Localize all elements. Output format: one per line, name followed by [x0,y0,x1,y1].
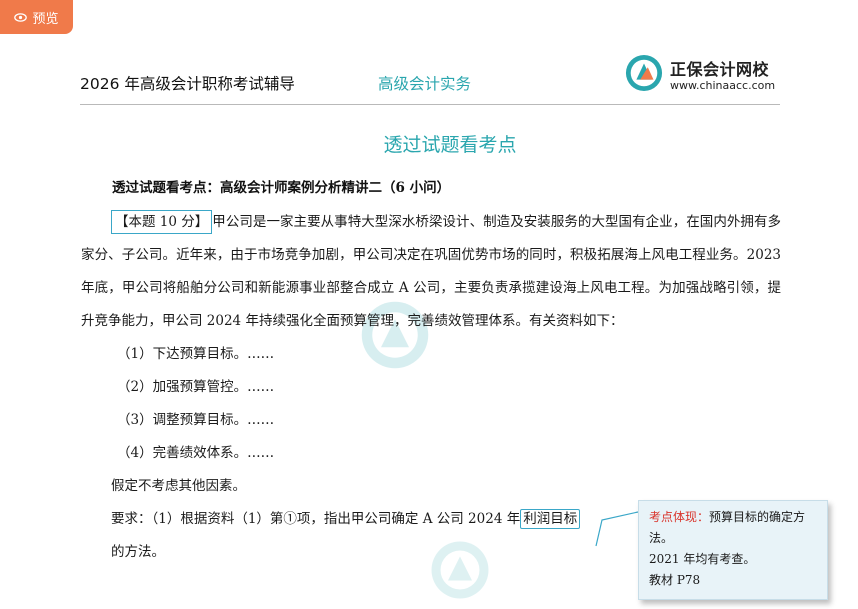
document-header: 2026 年高级会计职称考试辅导 高级会计实务 正保会计网校 www.china… [80,54,780,105]
section-title: 透过试题看考点 [383,134,517,156]
preview-button[interactable]: 预览 [0,0,73,34]
list-item: （4）完善绩效体系。…… [117,445,275,461]
preview-label: 预览 [32,11,59,27]
highlight-profit-target: 利润目标 [520,509,581,529]
list-item: （3）调整预算目标。…… [117,412,275,428]
callout-connector [595,511,639,547]
case-title: 透过试题看考点：高级会计师案例分析精讲二（6 小问） [112,180,451,196]
callout-note: 考点体现：预算目标的确定方法。 2021 年均有考查。 教材 P78 [638,500,828,600]
callout-label: 考点体现： [649,510,710,524]
case-paragraph: 【本题 10 分】 甲公司是一家主要从事特大型深水桥梁设计、制造及安装服务的大型国… [81,206,781,338]
exam-title: 2026 年高级会计职称考试辅导 [80,75,295,93]
subject-title: 高级会计实务 [378,75,472,93]
brand-url: www.chinaacc.com [670,79,776,92]
chinaacc-logo-icon [625,54,663,92]
requirement-prefix: 要求：（1）根据资料（1）第①项，指出甲公司确定 A 公司 2024 年 [111,511,521,527]
score-tag: 【本题 10 分】 [111,210,213,234]
callout-line2: 2021 年均有考查。 [649,552,756,566]
callout-line3: 教材 P78 [649,573,701,587]
assumption-note: 假定不考虑其他因素。 [111,478,246,494]
list-item: （1）下达预算目标。…… [117,346,275,362]
brand-name: 正保会计网校 [670,60,770,79]
list-item: （2）加强预算管控。…… [117,379,275,395]
eye-icon [14,12,28,22]
